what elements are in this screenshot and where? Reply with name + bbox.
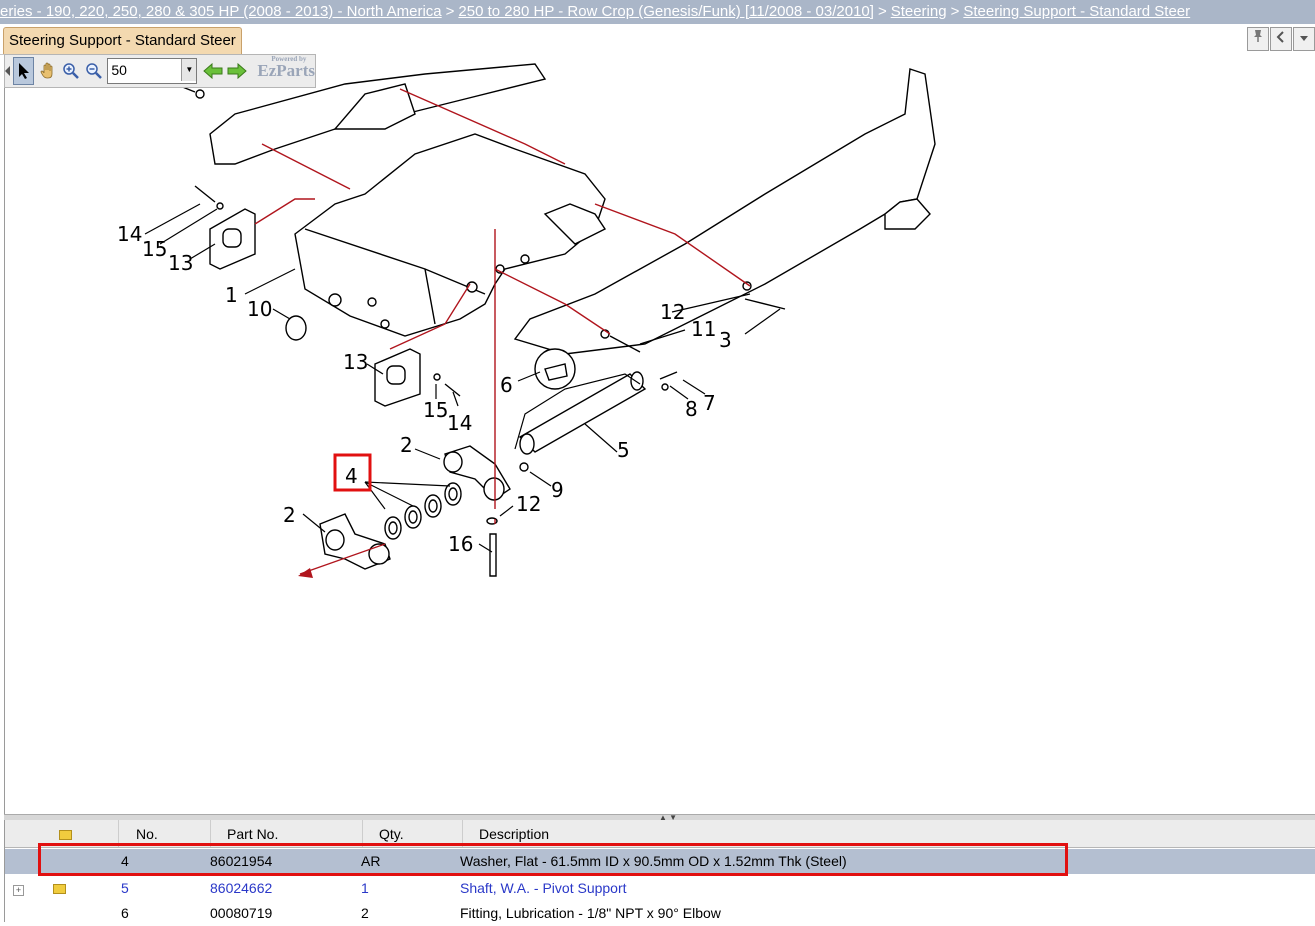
callout-7: 7 [703, 391, 716, 415]
tab-steering-support[interactable]: Steering Support - Standard Steer [3, 27, 242, 54]
callout-5: 5 [617, 438, 630, 462]
row-description[interactable]: Shaft, W.A. - Pivot Support [460, 876, 627, 901]
callout-16: 16 [448, 532, 473, 556]
callout-9: 9 [551, 478, 564, 502]
breadcrumb-item-series[interactable]: eries - 190, 220, 250, 280 & 305 HP (200… [0, 3, 442, 20]
expand-icon[interactable]: + [13, 876, 24, 901]
callout-14-top: 14 [117, 222, 142, 246]
breadcrumb-separator: > [950, 3, 960, 20]
callout-8: 8 [685, 397, 698, 421]
row-description: Fitting, Lubrication - 1/8" NPT x 90° El… [460, 905, 721, 921]
pin-icon[interactable] [1247, 27, 1269, 51]
tab-tools [1246, 27, 1315, 51]
callout-15-top: 15 [142, 237, 167, 261]
table-row[interactable]: + 5 86024662 1 Shaft, W.A. - Pivot Suppo… [5, 876, 1315, 901]
parts-diagram: 14 15 13 1 10 13 15 14 2 2 4 6 12 11 3 8… [117, 63, 936, 578]
callout-2-top: 2 [400, 433, 413, 457]
callout-13-bottom: 13 [343, 350, 368, 374]
folder-icon [59, 830, 72, 840]
callout-3: 3 [719, 328, 732, 352]
callout-10: 10 [247, 297, 272, 321]
callout-14-bottom: 14 [447, 411, 472, 435]
callout-2-bottom: 2 [283, 503, 296, 527]
breadcrumb: eries - 190, 220, 250, 280 & 305 HP (200… [0, 0, 1315, 24]
select-pointer-icon[interactable] [13, 57, 35, 85]
table-row[interactable]: 6 00080719 2 Fitting, Lubrication - 1/8"… [5, 901, 1315, 926]
tab-bar: Steering Support - Standard Steer [0, 24, 1315, 55]
breadcrumb-item-steering-support[interactable]: Steering Support - Standard Steer [963, 3, 1190, 20]
chevron-left-icon[interactable] [1270, 27, 1292, 51]
row-qty: 2 [361, 905, 369, 921]
viewer-toolbar: ▼ Powered by EzParts [4, 54, 316, 88]
breadcrumb-item-model[interactable]: 250 to 280 HP - Row Crop (Genesis/Funk) … [458, 3, 874, 20]
row-qty: 1 [361, 880, 369, 896]
callout-11: 11 [691, 317, 716, 341]
row-part-no: 00080719 [210, 905, 273, 921]
selected-row-highlight [38, 843, 1068, 876]
zoom-level-select[interactable]: ▼ [107, 58, 198, 84]
row-part-no[interactable]: 86024662 [210, 876, 272, 901]
logo-subtitle: Powered by [271, 55, 307, 63]
pan-hand-icon[interactable] [38, 58, 57, 84]
folder-icon [53, 876, 66, 901]
breadcrumb-item-steering[interactable]: Steering [891, 3, 947, 20]
callout-6: 6 [500, 373, 513, 397]
logo-text: EzParts [257, 61, 315, 80]
ezparts-logo: Powered by EzParts [257, 55, 315, 81]
row-no: 6 [121, 905, 129, 921]
breadcrumb-separator: > [877, 3, 887, 20]
row-no: 5 [121, 880, 129, 896]
chevron-down-icon[interactable]: ▼ [181, 59, 197, 81]
forward-arrow-icon[interactable] [227, 58, 248, 84]
callout-1: 1 [225, 283, 238, 307]
callout-13-top: 13 [168, 251, 193, 275]
zoom-out-icon[interactable] [84, 58, 103, 84]
diagram-viewer[interactable]: 14 15 13 1 10 13 15 14 2 2 4 6 12 11 3 8… [4, 54, 1315, 814]
back-arrow-icon[interactable] [203, 58, 223, 84]
scroll-left-icon[interactable] [5, 58, 11, 84]
chevron-down-icon[interactable] [1293, 27, 1315, 51]
breadcrumb-separator: > [445, 3, 455, 20]
callout-12-top: 12 [660, 300, 685, 324]
zoom-in-icon[interactable] [61, 58, 80, 84]
callout-15-bottom: 15 [423, 398, 448, 422]
callout-4: 4 [345, 464, 358, 488]
callout-12-bottom: 12 [516, 492, 541, 516]
